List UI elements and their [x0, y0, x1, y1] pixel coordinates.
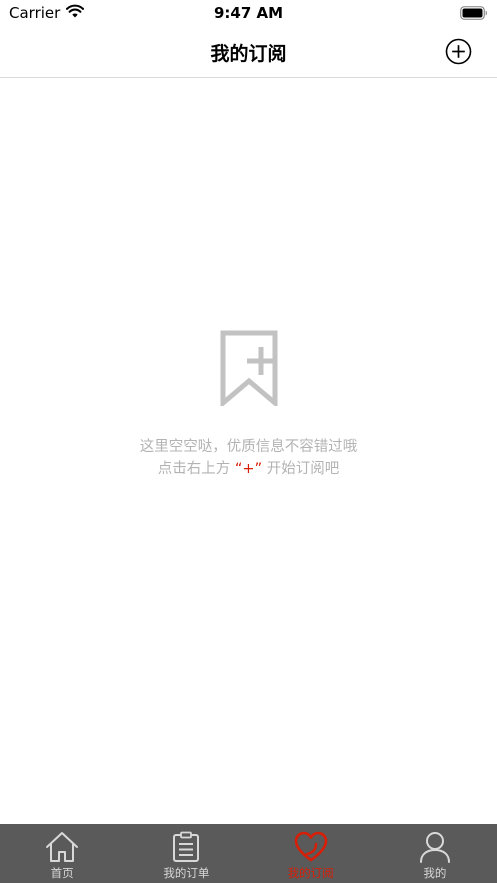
add-subscription-button[interactable] [445, 38, 472, 65]
empty-message-line1: 这里空空哒，优质信息不容错过哦 [139, 439, 358, 455]
tab-home-label: 首页 [50, 866, 74, 880]
tab-my-subscriptions-label: 我的订阅 [287, 866, 334, 880]
navigation-bar: 我的订阅 [0, 28, 497, 78]
tab-me[interactable]: 我的 [373, 824, 497, 883]
battery-icon [460, 5, 488, 24]
tab-bar: 首页 我的订单 我的订阅 我的 [0, 824, 497, 883]
bookmark-add-icon [220, 330, 277, 406]
tab-home[interactable]: 首页 [0, 824, 124, 883]
clipboard-icon [173, 831, 200, 862]
empty-state: 这里空空哒，优质信息不容错过哦 点击右上方 “+” 开始订阅吧 [0, 330, 497, 480]
tab-my-orders[interactable]: 我的订单 [124, 824, 248, 883]
tab-my-subscriptions[interactable]: 我的订阅 [249, 824, 373, 883]
status-time: 9:47 AM [213, 4, 284, 22]
heart-subscribe-icon [294, 831, 327, 862]
plus-circle-icon [445, 38, 472, 65]
status-bar: Carrier 9:47 AM [0, 0, 497, 28]
page-title: 我的订阅 [210, 43, 287, 65]
empty-message-line2: 点击右上方 “+” 开始订阅吧 [0, 458, 497, 480]
empty-message-suffix: 开始订阅吧 [266, 461, 340, 477]
tab-my-orders-label: 我的订单 [163, 866, 210, 880]
empty-message-prefix: 点击右上方 [157, 461, 231, 477]
person-icon [419, 832, 450, 863]
tab-me-label: 我的 [423, 866, 447, 880]
home-icon [46, 832, 79, 862]
empty-message-plus: “+” [234, 461, 263, 477]
